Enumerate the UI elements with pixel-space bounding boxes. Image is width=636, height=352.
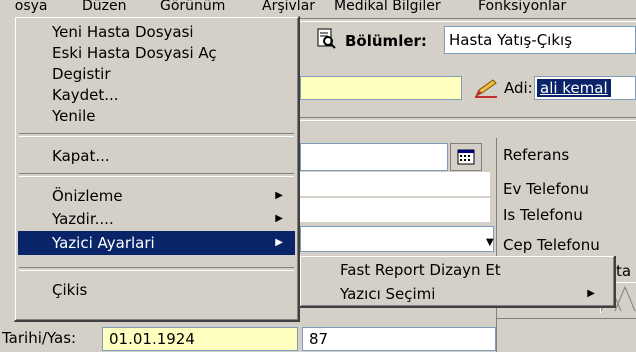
menu-item-degistir[interactable]: Degistir bbox=[18, 63, 295, 85]
tarih-yas-label: Tarihi/Yas: bbox=[2, 329, 77, 347]
menu-duzen[interactable]: Düzen bbox=[82, 0, 127, 14]
submenu-arrow-icon: ▶ bbox=[587, 288, 595, 299]
bolumler-label: Bölümler: bbox=[345, 32, 427, 50]
yellow-input-field[interactable] bbox=[300, 76, 462, 100]
adi-input[interactable]: ali kemal bbox=[534, 76, 636, 100]
referans-label: Referans bbox=[503, 146, 570, 164]
menu-item-label: Degistir bbox=[52, 65, 111, 83]
menu-gorunum[interactable]: Görünüm bbox=[160, 0, 225, 14]
submenu-item-fast-report-dizayn[interactable]: Fast Report Dizayn Et bbox=[304, 259, 609, 281]
form-separator bbox=[300, 117, 636, 121]
menu-item-kapat[interactable]: Kapat... bbox=[18, 145, 295, 167]
submenu-item-yazici-secimi[interactable]: Yazıcı Seçimi ▶ bbox=[304, 283, 609, 305]
menu-item-label: Önizleme bbox=[52, 187, 123, 205]
menu-item-yazici-ayarlari[interactable]: Yazici Ayarlari ▶ bbox=[18, 231, 295, 255]
bolumler-field[interactable]: Hasta Yatış-Çıkış bbox=[444, 26, 636, 54]
menu-item-yenile[interactable]: Yenile bbox=[18, 105, 295, 127]
menu-arsivlar[interactable]: Arşivlar bbox=[262, 0, 315, 14]
menu-item-yeni-hasta-dosyasi[interactable]: Yeni Hasta Dosyasi bbox=[18, 21, 295, 43]
calendar-icon bbox=[457, 149, 475, 165]
submenu-item-label: Yazıcı Seçimi bbox=[340, 285, 436, 303]
menu-item-label: Yazdir.... bbox=[52, 210, 114, 228]
file-menu: Yeni Hasta Dosyasi Eski Hasta Dosyasi Aç… bbox=[14, 16, 300, 322]
menu-separator bbox=[19, 133, 294, 137]
menu-medikal-bilgiler[interactable]: Medikal Bilgiler bbox=[334, 0, 441, 14]
left-clipped-labels bbox=[0, 0, 14, 351]
menu-item-label: Kaydet... bbox=[52, 86, 119, 104]
is-telefonu-label: Is Telefonu bbox=[503, 206, 583, 224]
menu-item-cikis[interactable]: Çikis bbox=[18, 279, 295, 301]
adi-selected-text: ali kemal bbox=[537, 79, 611, 97]
edit-pen-icon[interactable] bbox=[473, 77, 499, 99]
form-combo[interactable] bbox=[300, 226, 494, 252]
lower-panel bbox=[496, 318, 636, 352]
submenu-arrow-icon: ▶ bbox=[275, 190, 283, 201]
menu-item-eski-hasta-dosyasi-ac[interactable]: Eski Hasta Dosyasi Aç bbox=[18, 42, 295, 64]
menu-item-onizleme[interactable]: Önizleme ▶ bbox=[18, 185, 295, 207]
cep-telefonu-label: Cep Telefonu bbox=[503, 236, 600, 254]
menu-fonksiyonlar[interactable]: Fonksiyonlar bbox=[478, 0, 566, 14]
submenu-item-label: Fast Report Dizayn Et bbox=[340, 261, 501, 279]
clipped-label: ta bbox=[616, 262, 632, 280]
print-preview-icon[interactable] bbox=[317, 28, 337, 50]
menu-separator bbox=[19, 173, 294, 177]
menu-item-yazdir[interactable]: Yazdir.... ▶ bbox=[18, 208, 295, 230]
menu-item-label: Yenile bbox=[52, 107, 96, 125]
toolbar-separator bbox=[300, 18, 636, 22]
tarih-input[interactable]: 01.01.1924 bbox=[102, 327, 298, 351]
menu-separator bbox=[19, 267, 294, 271]
menu-item-label: Kapat... bbox=[52, 147, 110, 165]
yas-input[interactable]: 87 bbox=[302, 327, 496, 351]
menu-item-label: Eski Hasta Dosyasi Aç bbox=[52, 44, 217, 62]
form-field-3[interactable] bbox=[300, 198, 490, 222]
submenu-arrow-icon: ▶ bbox=[275, 237, 283, 248]
calendar-button[interactable] bbox=[450, 143, 482, 171]
yazici-ayarlari-submenu: Fast Report Dizayn Et Yazıcı Seçimi ▶ bbox=[300, 256, 616, 308]
menu-item-label: Çikis bbox=[52, 281, 88, 299]
menu-item-label: Yazici Ayarlari bbox=[52, 234, 155, 252]
submenu-arrow-icon: ▶ bbox=[275, 213, 283, 224]
form-field-1[interactable] bbox=[300, 143, 448, 171]
adi-label: Adi: bbox=[504, 79, 533, 97]
menu-item-kaydet[interactable]: Kaydet... bbox=[18, 84, 295, 106]
combo-dropdown-arrow-icon[interactable]: ▼ bbox=[486, 237, 494, 248]
ev-telefonu-label: Ev Telefonu bbox=[503, 180, 589, 198]
form-field-2[interactable] bbox=[300, 172, 490, 196]
menu-item-label: Yeni Hasta Dosyasi bbox=[52, 23, 194, 41]
